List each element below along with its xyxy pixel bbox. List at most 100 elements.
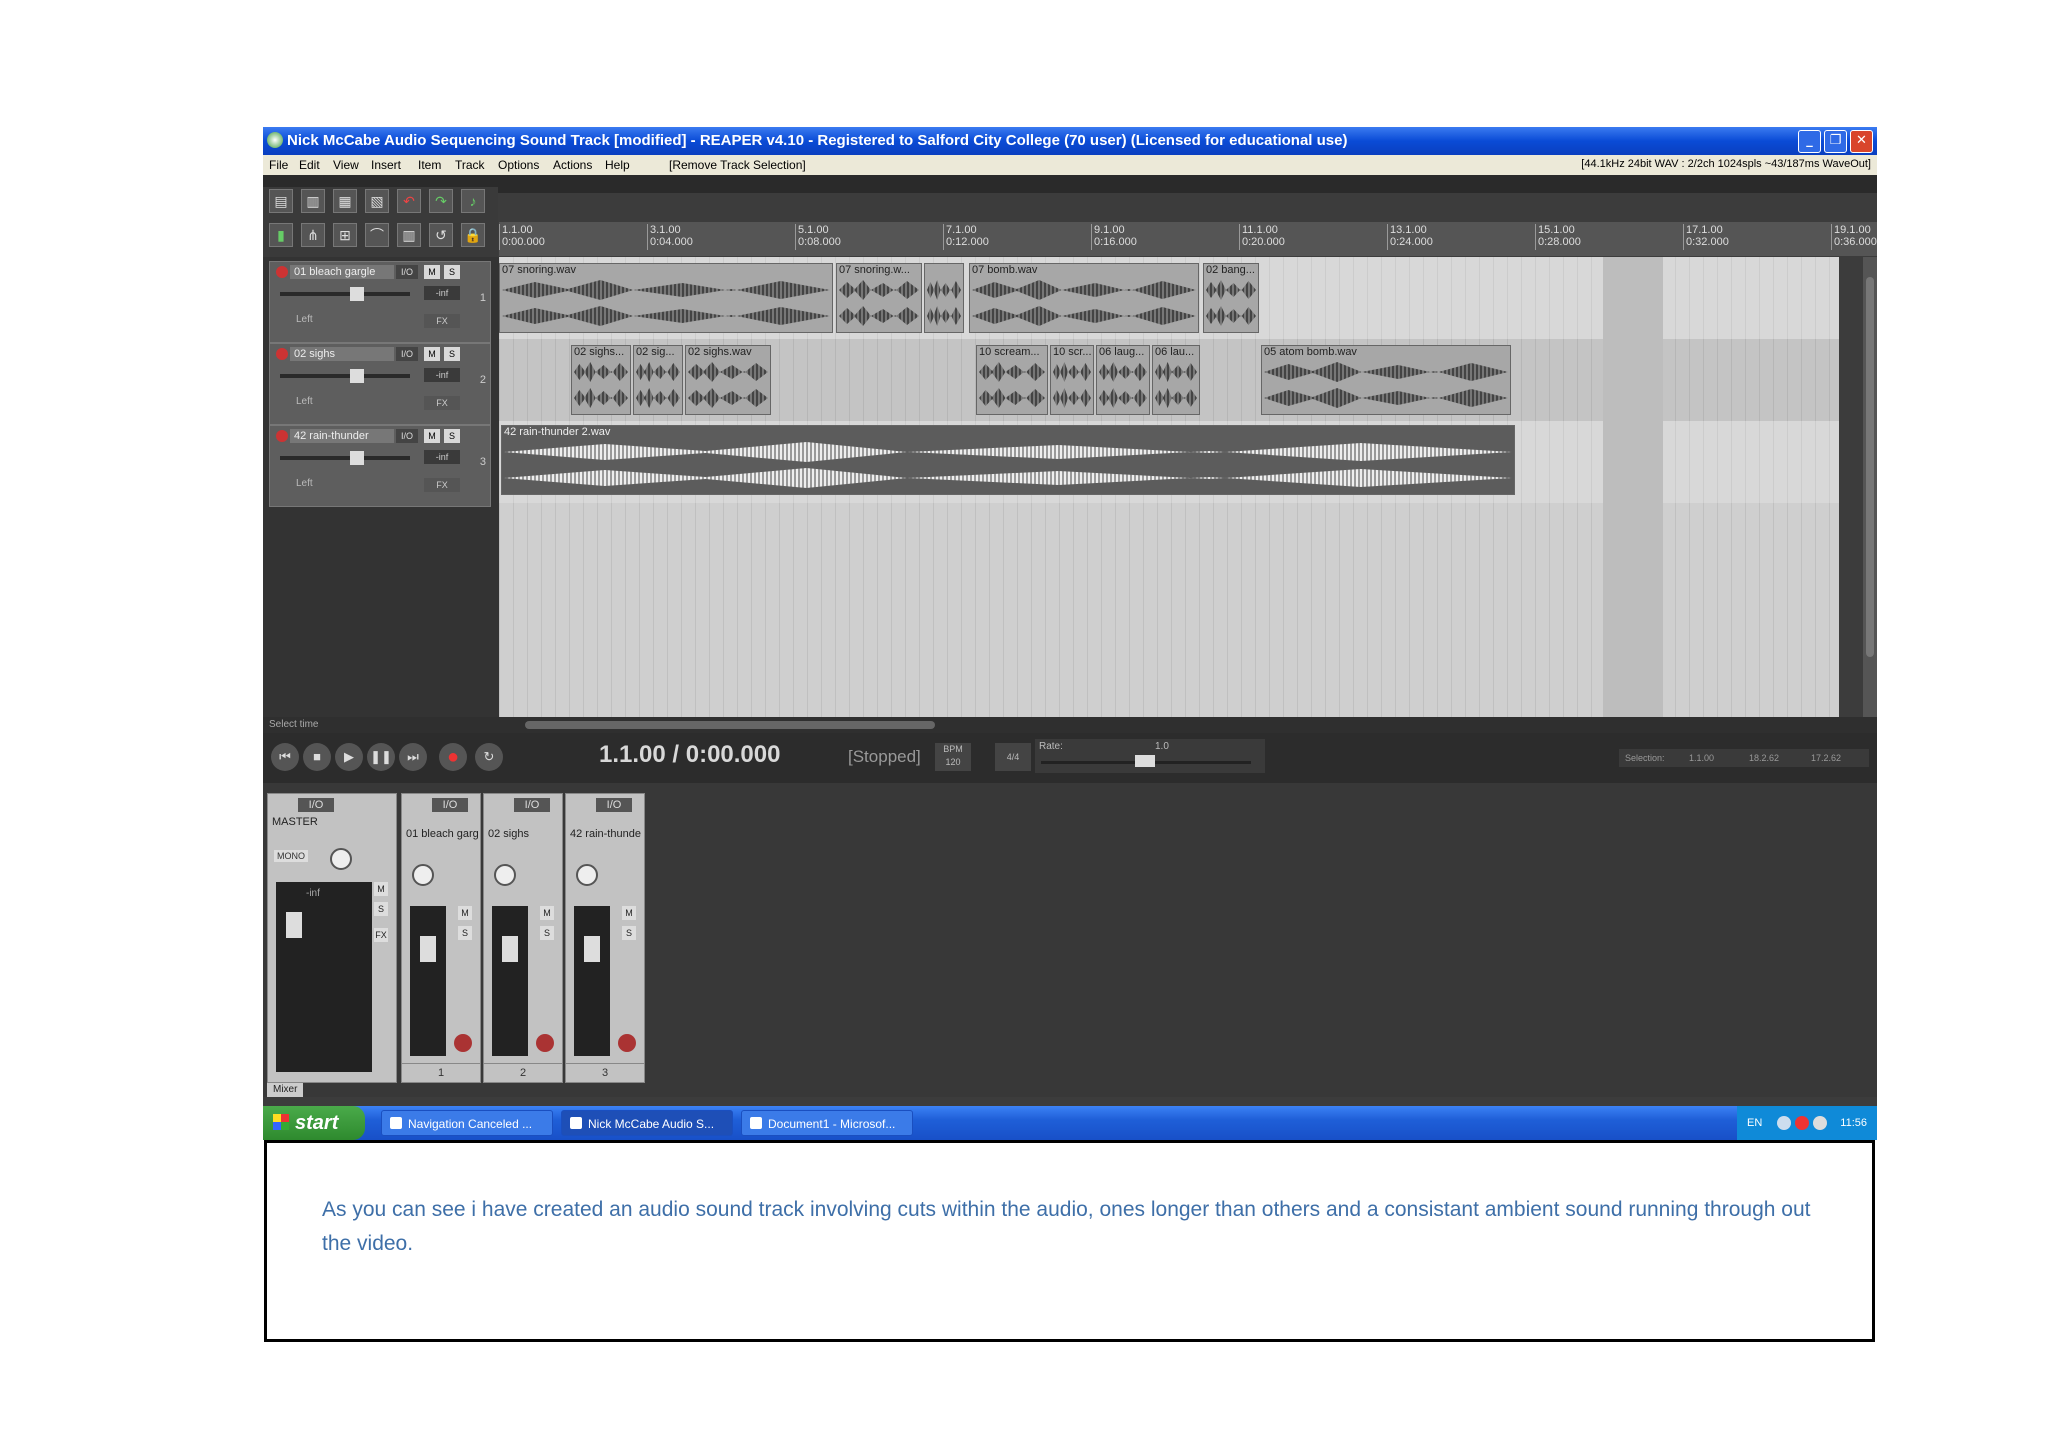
item-grouping-icon[interactable]: ⊞ — [333, 223, 357, 247]
record-arm-icon[interactable] — [618, 1034, 636, 1052]
track-header-1[interactable]: 01 bleach gargle I/O M S -inf Left FX 1 — [269, 261, 491, 343]
media-item[interactable]: 42 rain-thunder 2.wav — [501, 425, 1515, 495]
minimize-button[interactable]: _ — [1798, 130, 1821, 153]
track-header-2[interactable]: 02 sighs I/O M S -inf Left FX 2 — [269, 343, 491, 425]
horizontal-scrollbar[interactable]: Select time — [263, 717, 1877, 733]
scrollbar-thumb[interactable] — [525, 721, 935, 729]
solo-button[interactable]: S — [622, 926, 636, 940]
open-project-icon[interactable]: ▥ — [301, 189, 325, 213]
pan-knob[interactable] — [412, 864, 434, 886]
start-button[interactable]: start — [263, 1106, 365, 1140]
pause-button[interactable]: ❚❚ — [367, 743, 395, 771]
pan-readout[interactable]: Left — [296, 314, 313, 325]
solo-button[interactable]: S — [458, 926, 472, 940]
ripple-edit-icon[interactable]: ⋔ — [301, 223, 325, 247]
menu-track[interactable]: Track — [455, 158, 485, 172]
record-arm-icon[interactable] — [276, 348, 288, 360]
mute-button[interactable]: M — [458, 906, 472, 920]
media-item[interactable]: 10 scream... — [976, 345, 1048, 415]
volume-fader-handle[interactable] — [350, 451, 364, 465]
loop-icon[interactable]: ↺ — [429, 223, 453, 247]
solo-button[interactable]: S — [444, 265, 460, 279]
io-button[interactable]: I/O — [396, 347, 418, 361]
master-fader-handle[interactable] — [286, 912, 302, 938]
tempo-box[interactable]: BPM 120 — [935, 743, 971, 771]
menu-edit[interactable]: Edit — [299, 158, 320, 172]
io-button[interactable]: I/O — [396, 265, 418, 279]
volume-fader-handle[interactable] — [350, 369, 364, 383]
mute-button[interactable]: M — [424, 347, 440, 361]
fader-handle[interactable] — [584, 936, 600, 962]
media-item[interactable]: 07 snoring.wav — [499, 263, 833, 333]
stop-button[interactable]: ■ — [303, 743, 331, 771]
track-name[interactable]: 42 rain-thunder — [290, 429, 394, 443]
pan-readout[interactable]: Left — [296, 396, 313, 407]
mute-button[interactable]: M — [424, 265, 440, 279]
media-item[interactable]: 02 sighs... — [571, 345, 631, 415]
solo-button[interactable]: S — [444, 347, 460, 361]
playrate-control[interactable]: Rate: 1.0 — [1035, 739, 1265, 773]
volume-fader[interactable] — [280, 292, 410, 296]
io-button[interactable]: I/O — [432, 798, 468, 812]
project-settings-icon[interactable]: ▧ — [365, 189, 389, 213]
menu-actions[interactable]: Actions — [553, 158, 592, 172]
mute-button[interactable]: M — [424, 429, 440, 443]
solo-button[interactable]: S — [540, 926, 554, 940]
vertical-scrollbar[interactable] — [1863, 257, 1877, 717]
timeline-ruler[interactable]: 1.1.00 0:00.000 3.1.00 0:04.000 5.1.00 0:08… — [499, 222, 1877, 256]
record-arm-icon[interactable] — [276, 430, 288, 442]
undo-icon[interactable]: ↶ — [397, 189, 421, 213]
maximize-button[interactable]: ❐ — [1824, 130, 1847, 153]
go-to-end-button[interactable]: ⏭ — [399, 743, 427, 771]
media-item[interactable]: 07 bomb.wav — [969, 263, 1199, 333]
track-name[interactable]: 01 bleach gargle — [290, 265, 394, 279]
network-icon[interactable] — [1777, 1116, 1791, 1130]
playrate-slider-handle[interactable] — [1135, 755, 1155, 767]
pan-knob[interactable] — [330, 848, 352, 870]
fx-button[interactable]: FX — [424, 478, 460, 492]
save-project-icon[interactable]: ▦ — [333, 189, 357, 213]
media-item[interactable]: 06 laug... — [1096, 345, 1150, 415]
io-button[interactable]: I/O — [298, 798, 334, 812]
mute-button[interactable]: M — [622, 906, 636, 920]
go-to-start-button[interactable]: ⏮ — [271, 743, 299, 771]
pan-readout[interactable]: Left — [296, 478, 313, 489]
record-arm-icon[interactable] — [454, 1034, 472, 1052]
grid-lines-icon[interactable]: ▥ — [397, 223, 421, 247]
menu-insert[interactable]: Insert — [371, 158, 401, 172]
menu-help[interactable]: Help — [605, 158, 630, 172]
close-button[interactable]: ✕ — [1850, 130, 1873, 153]
volume-fader-handle[interactable] — [350, 287, 364, 301]
media-item[interactable]: 02 sig... — [633, 345, 683, 415]
media-item[interactable]: 02 sighs.wav — [685, 345, 771, 415]
channel-fader[interactable] — [492, 906, 528, 1056]
solo-button[interactable]: S — [444, 429, 460, 443]
fx-button[interactable]: FX — [424, 314, 460, 328]
media-item[interactable]: 02 bang... — [1203, 263, 1259, 333]
remove-track-selection[interactable]: [Remove Track Selection] — [669, 158, 806, 172]
record-button[interactable]: ● — [439, 743, 467, 771]
volume-icon[interactable] — [1813, 1116, 1827, 1130]
grid-snap-icon[interactable]: ▮ — [269, 223, 293, 247]
taskbar-button-reaper[interactable]: Nick McCabe Audio S... — [561, 1110, 733, 1136]
menu-file[interactable]: File — [269, 158, 288, 172]
solo-button[interactable]: S — [374, 902, 388, 916]
record-arm-icon[interactable] — [536, 1034, 554, 1052]
time-signature-box[interactable]: 4/4 — [995, 743, 1031, 771]
language-indicator[interactable]: EN — [1747, 1106, 1762, 1140]
mute-button[interactable]: M — [540, 906, 554, 920]
pan-knob[interactable] — [494, 864, 516, 886]
metronome-icon[interactable]: ♪ — [461, 189, 485, 213]
volume-fader[interactable] — [280, 456, 410, 460]
repeat-button[interactable]: ↻ — [475, 743, 503, 771]
taskbar-button-browser[interactable]: Navigation Canceled ... — [381, 1110, 553, 1136]
menu-view[interactable]: View — [333, 158, 359, 172]
media-item[interactable] — [924, 263, 964, 333]
channel-fader[interactable] — [410, 906, 446, 1056]
track-name[interactable]: 02 sighs — [290, 347, 394, 361]
new-project-icon[interactable]: ▤ — [269, 189, 293, 213]
mixer-tab[interactable]: Mixer — [267, 1083, 304, 1097]
io-button[interactable]: I/O — [514, 798, 550, 812]
security-icon[interactable] — [1795, 1116, 1809, 1130]
media-item[interactable]: 10 scr... — [1050, 345, 1094, 415]
